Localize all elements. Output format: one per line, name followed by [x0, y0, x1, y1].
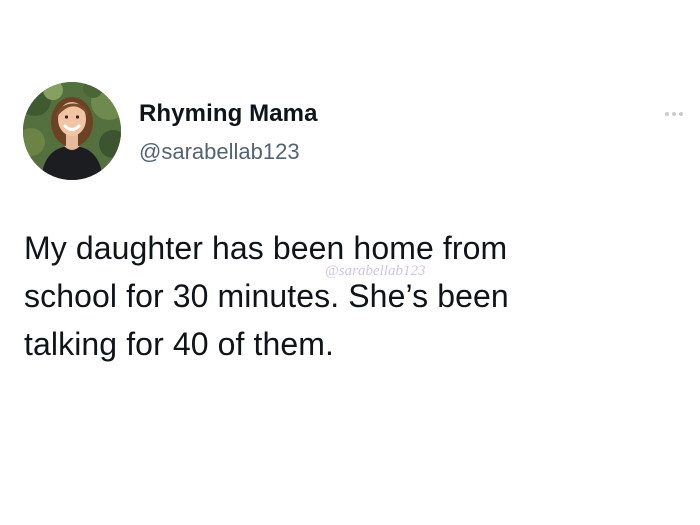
profile-photo-icon — [23, 82, 121, 180]
more-options-icon[interactable] — [660, 104, 688, 124]
display-name[interactable]: Rhyming Mama — [139, 100, 318, 128]
tweet-line: talking for 40 of them. — [24, 326, 335, 362]
more-dot — [665, 112, 669, 116]
watermark: @sarabellab123 — [325, 263, 426, 279]
tweet-card: Rhyming Mama @sarabellab123 My daughter … — [0, 0, 700, 525]
more-dot — [672, 112, 676, 116]
user-handle[interactable]: @sarabellab123 — [139, 139, 300, 165]
avatar[interactable] — [23, 82, 121, 180]
tweet-text: My daughter has been home from school fo… — [24, 224, 674, 368]
more-dot — [679, 112, 683, 116]
